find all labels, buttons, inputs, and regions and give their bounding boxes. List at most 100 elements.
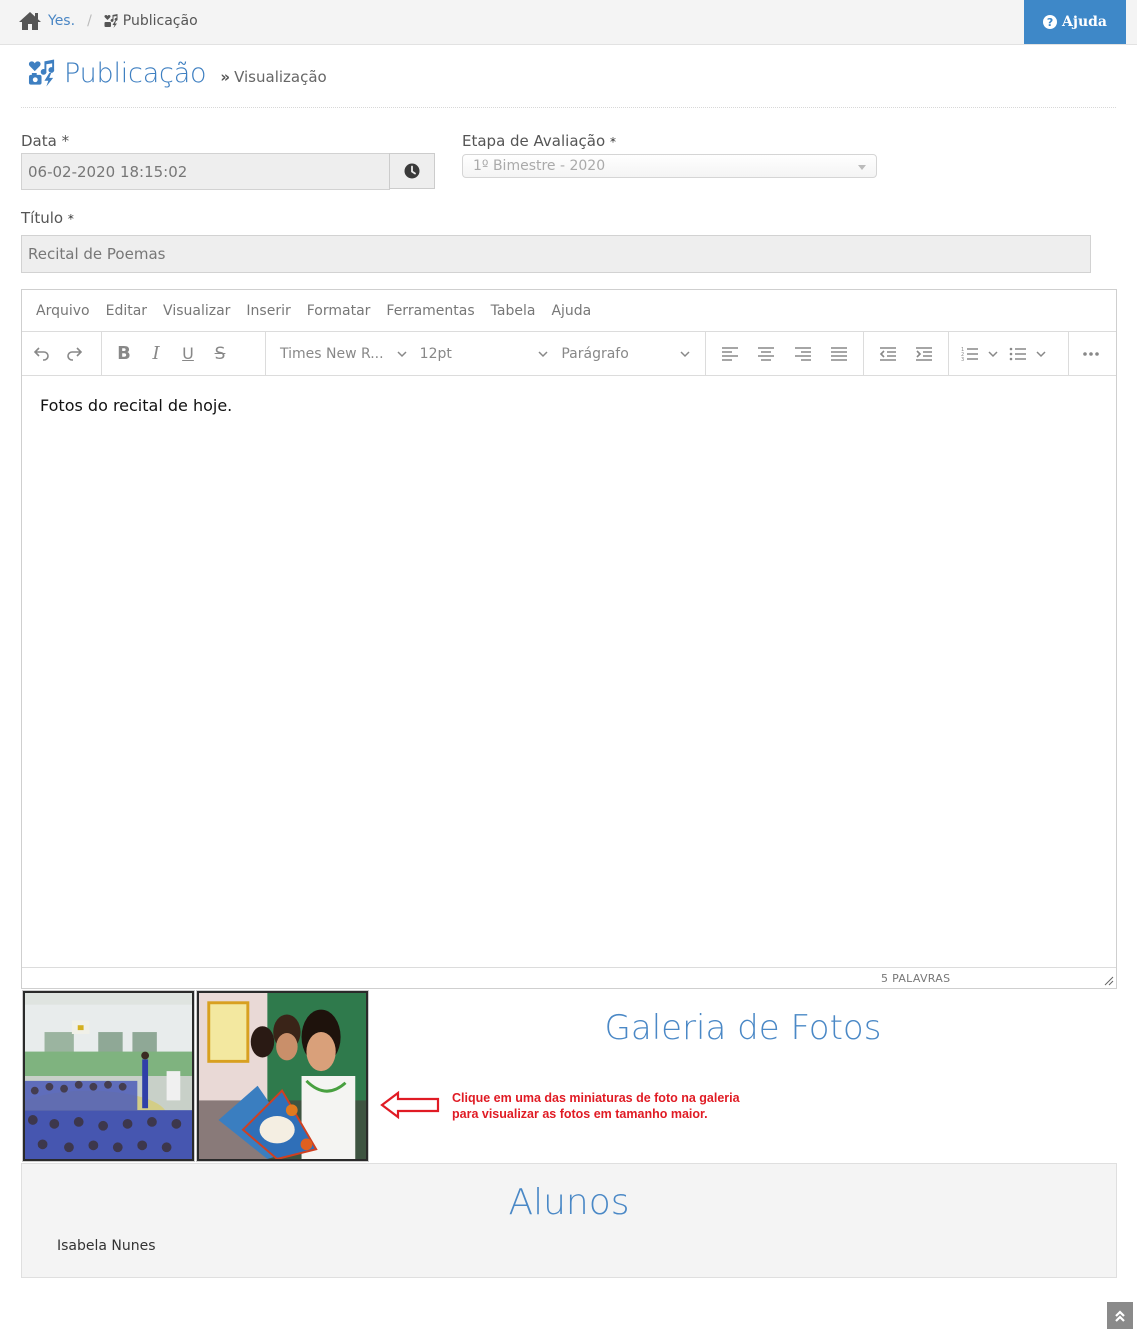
arrow-left-icon (380, 1090, 440, 1120)
students-title: Alunos (508, 1182, 630, 1223)
align-justify-button[interactable] (821, 338, 857, 370)
page-title: Publicação (64, 58, 207, 89)
undo-icon (33, 346, 49, 361)
underline-icon: U (182, 344, 194, 363)
help-button-label: Ajuda (1062, 14, 1107, 30)
redo-icon (67, 346, 83, 361)
breadcrumb-root-link[interactable]: Yes. (48, 13, 75, 29)
page-subtitle-text: Visualização (234, 68, 327, 86)
outdent-button[interactable] (870, 338, 906, 370)
gallery-title: Galeria de Fotos (604, 1008, 882, 1048)
page-header: Publicação » Visualização (28, 58, 327, 89)
date-label: Data * (21, 132, 69, 150)
bullet-list-icon (1009, 347, 1026, 360)
menu-visualizar[interactable]: Visualizar (163, 303, 230, 319)
title-divider (21, 107, 1116, 108)
menu-inserir[interactable]: Inserir (246, 303, 290, 319)
stage-label: Etapa de Avaliação * (462, 132, 616, 150)
font-size-value: 12pt (419, 345, 452, 362)
clock-icon (404, 163, 420, 179)
menu-formatar[interactable]: Formatar (307, 303, 371, 319)
photo-students-court (25, 993, 192, 1159)
breadcrumb-separator: / (87, 13, 92, 29)
students-panel: Alunos Isabela Nunes (21, 1163, 1117, 1278)
date-label-text: Data (21, 132, 57, 150)
clock-button[interactable] (389, 153, 435, 189)
menu-editar[interactable]: Editar (106, 303, 147, 319)
indent-group (864, 332, 949, 375)
align-left-button[interactable] (712, 338, 748, 370)
undo-button[interactable] (26, 338, 58, 370)
stage-label-text: Etapa de Avaliação (462, 132, 606, 150)
stage-select[interactable]: 1º Bimestre - 2020 (462, 154, 877, 178)
font-family-select[interactable]: Times New R... (274, 338, 414, 370)
gallery-thumbnail[interactable] (22, 990, 195, 1162)
more-button[interactable] (1075, 338, 1107, 370)
block-format-select[interactable]: Parágrafo (555, 338, 697, 370)
chevron-down-icon[interactable] (1035, 348, 1047, 360)
italic-button[interactable]: I (140, 338, 172, 370)
align-right-icon (794, 346, 811, 361)
indent-icon (916, 346, 932, 361)
chevron-down-icon (680, 350, 690, 357)
double-chevron-up-icon (1115, 1309, 1125, 1322)
strikethrough-button[interactable]: S (204, 338, 236, 370)
stage-selected-value: 1º Bimestre - 2020 (473, 158, 606, 174)
gallery-hint-line: Clique em uma das miniaturas de foto na … (452, 1091, 740, 1105)
redo-button[interactable] (58, 338, 90, 370)
publication-icon (104, 14, 118, 28)
photo-students-reading (199, 993, 366, 1159)
editor-paragraph: Fotos do recital de hoje. (40, 396, 233, 415)
font-family-value: Times New R... (280, 345, 384, 362)
title-label: Título * (21, 209, 74, 227)
block-format-value: Parágrafo (561, 345, 629, 362)
student-item: Isabela Nunes (57, 1238, 156, 1254)
underline-button[interactable]: U (172, 338, 204, 370)
double-chevron-right-icon: » (220, 68, 231, 86)
font-size-select[interactable]: 12pt (414, 338, 556, 370)
page-subtitle: » Visualização (220, 68, 326, 86)
align-center-icon (758, 346, 775, 361)
required-mark: * (67, 212, 74, 226)
menu-ajuda[interactable]: Ajuda (551, 303, 591, 319)
numbered-list-button[interactable]: 123 (957, 338, 983, 370)
date-field[interactable]: 06-02-2020 18:15:02 (21, 153, 390, 190)
more-horizontal-icon (1083, 351, 1099, 356)
breadcrumb-current: Publicação (122, 13, 198, 29)
gallery-thumbnail[interactable] (196, 990, 369, 1162)
publication-icon (28, 59, 55, 87)
rich-text-editor: Arquivo Editar Visualizar Inserir Format… (21, 289, 1117, 989)
indent-button[interactable] (906, 338, 942, 370)
bold-icon: B (117, 343, 131, 364)
help-button[interactable]: ? Ajuda (1024, 0, 1126, 44)
menu-tabela[interactable]: Tabela (491, 303, 536, 319)
bold-button[interactable]: B (108, 338, 140, 370)
gallery-hint: Clique em uma das miniaturas de foto na … (452, 1090, 740, 1122)
required-mark: * (609, 135, 616, 149)
chevron-down-icon[interactable] (987, 348, 999, 360)
question-circle-icon: ? (1043, 15, 1058, 29)
align-center-button[interactable] (748, 338, 784, 370)
title-field[interactable]: Recital de Poemas (21, 235, 1091, 273)
resize-handle-icon[interactable] (1104, 976, 1114, 986)
home-icon[interactable] (18, 11, 42, 31)
editor-menubar: Arquivo Editar Visualizar Inserir Format… (22, 290, 1116, 332)
title-value: Recital de Poemas (28, 245, 166, 263)
menu-ferramentas[interactable]: Ferramentas (386, 303, 474, 319)
menu-arquivo[interactable]: Arquivo (36, 303, 90, 319)
font-group: Times New R... 12pt Parágrafo (266, 332, 706, 375)
title-label-text: Título (21, 209, 64, 227)
bullet-list-button[interactable] (1005, 338, 1031, 370)
top-bar: Yes. / Publicação ? Ajuda (0, 0, 1137, 45)
back-to-top-button[interactable] (1107, 1302, 1133, 1329)
caret-down-icon (858, 165, 866, 170)
numbered-list-icon: 123 (961, 347, 978, 363)
editor-toolbar: B I U S Times New R... 12pt Parágrafo 1 … (22, 332, 1116, 376)
editor-content[interactable]: Fotos do recital de hoje. (22, 376, 1116, 968)
list-group: 123 (949, 332, 1069, 375)
align-right-button[interactable] (785, 338, 821, 370)
strikethrough-icon: S (214, 343, 226, 364)
word-count: 5 PALAVRAS (881, 972, 951, 985)
gallery-hint-line: para visualizar as fotos em tamanho maio… (452, 1107, 708, 1121)
breadcrumb: Yes. / Publicação (18, 11, 198, 31)
